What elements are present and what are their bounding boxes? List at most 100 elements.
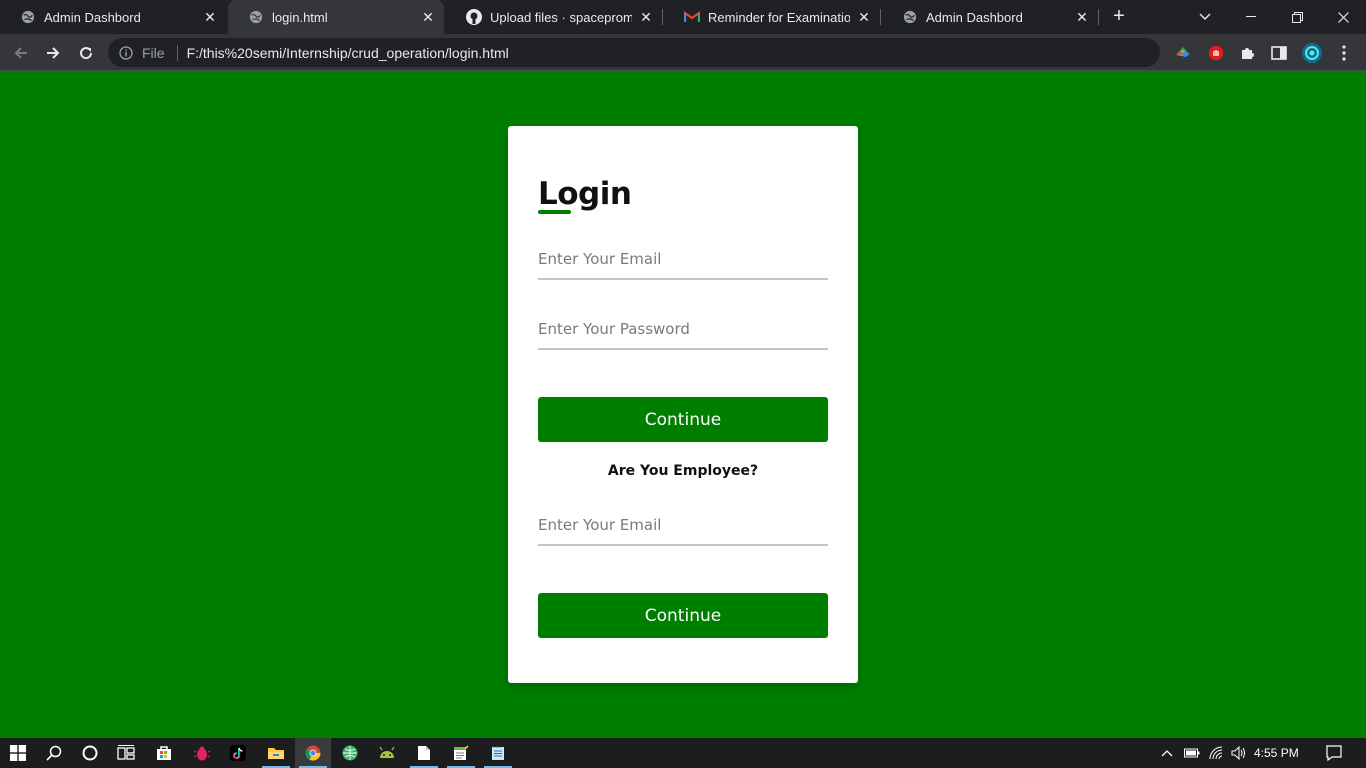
- gmail-icon: [684, 9, 700, 25]
- document-icon: [418, 746, 430, 760]
- tab-search-button[interactable]: [1182, 0, 1228, 34]
- tab-admin-dashbord-2[interactable]: Admin Dashbord ✕: [882, 0, 1098, 34]
- tab-login[interactable]: login.html ✕: [228, 0, 444, 34]
- start-button[interactable]: [0, 738, 36, 768]
- minimize-button[interactable]: [1228, 0, 1274, 34]
- battery-icon: [1184, 748, 1200, 758]
- notepad-blue-icon: [492, 746, 504, 760]
- reload-button[interactable]: [73, 40, 99, 66]
- tab-upload-files[interactable]: Upload files · spacepromin/O ✕: [446, 0, 662, 34]
- close-tab-icon[interactable]: ✕: [202, 9, 218, 25]
- green-globe-app[interactable]: [332, 738, 368, 768]
- text-editor-app[interactable]: [480, 738, 516, 768]
- search-button[interactable]: [36, 738, 72, 768]
- kebab-menu-icon: [1342, 45, 1346, 61]
- github-icon: [466, 9, 482, 25]
- profile-avatar-button[interactable]: [1299, 40, 1325, 66]
- close-tab-icon[interactable]: ✕: [420, 9, 436, 25]
- back-button[interactable]: [8, 40, 34, 66]
- cortana-button[interactable]: [72, 738, 108, 768]
- reload-icon: [80, 47, 93, 60]
- search-icon: [46, 745, 62, 761]
- email-input[interactable]: [538, 240, 828, 280]
- tab-title: Admin Dashbord: [44, 9, 141, 25]
- close-tab-icon[interactable]: ✕: [1074, 9, 1090, 25]
- cortana-circle-icon: [82, 745, 98, 761]
- windows-taskbar: 4:55 PM: [0, 738, 1366, 768]
- close-tab-icon[interactable]: ✕: [638, 9, 654, 25]
- tab-divider: [1098, 9, 1099, 25]
- arrow-right-icon: [47, 47, 60, 59]
- tab-strip: Admin Dashbord ✕ login.html ✕ Upload fil…: [0, 0, 1366, 34]
- extension-google-icon-button[interactable]: [1170, 40, 1196, 66]
- login-title: Login: [538, 176, 632, 212]
- file-explorer-app[interactable]: [258, 738, 294, 768]
- extension-adblock-button[interactable]: [1203, 40, 1229, 66]
- address-bar[interactable]: File F:/this%20semi/Internship/crud_oper…: [108, 38, 1160, 67]
- green-globe-icon: [342, 745, 358, 761]
- extension-colorful-icon: [1176, 47, 1190, 57]
- store-bag-icon: [157, 746, 171, 760]
- folder-icon: [268, 748, 284, 759]
- windows-icon: [10, 745, 26, 761]
- store-app[interactable]: [146, 738, 182, 768]
- tab-admin-dashbord-1[interactable]: Admin Dashbord ✕: [0, 0, 226, 34]
- side-panel-button[interactable]: [1266, 40, 1292, 66]
- url-scheme-label: File: [142, 44, 165, 61]
- close-tab-icon[interactable]: ✕: [856, 9, 872, 25]
- adblock-hand-icon: [1209, 46, 1223, 60]
- info-icon[interactable]: [118, 45, 134, 61]
- chrome-icon: [305, 745, 321, 761]
- tab-reminder-examination[interactable]: Reminder for Examination - a ✕: [664, 0, 880, 34]
- battery-status[interactable]: [1182, 738, 1202, 768]
- employee-email-input[interactable]: [538, 506, 828, 546]
- forward-button[interactable]: [40, 40, 66, 66]
- volume-status[interactable]: [1229, 738, 1249, 768]
- notification-icon: [1326, 745, 1342, 761]
- login-card: Login Continue Are You Employee? Continu…: [508, 126, 858, 683]
- task-view-icon: [117, 745, 135, 760]
- notepad-icon: [454, 745, 469, 760]
- network-status[interactable]: [1207, 738, 1227, 768]
- clock[interactable]: 4:55 PM: [1254, 738, 1299, 768]
- avatar: [1302, 43, 1322, 63]
- notepad-app[interactable]: [443, 738, 479, 768]
- tab-title: login.html: [272, 9, 328, 25]
- tab-title: Reminder for Examination - a: [708, 9, 850, 25]
- password-input[interactable]: [538, 310, 828, 350]
- continue-button[interactable]: Continue: [538, 397, 828, 442]
- chrome-app[interactable]: [295, 738, 331, 768]
- task-view-button[interactable]: [108, 738, 144, 768]
- globe-icon: [20, 9, 36, 25]
- bug-icon: [194, 746, 210, 761]
- show-hidden-icons-button[interactable]: [1158, 738, 1176, 768]
- android-studio-app[interactable]: [369, 738, 405, 768]
- employee-continue-button[interactable]: Continue: [538, 593, 828, 638]
- arrow-left-icon: [14, 47, 27, 59]
- new-tab-button[interactable]: +: [1108, 5, 1130, 27]
- extensions-button[interactable]: [1234, 40, 1260, 66]
- action-center-button[interactable]: [1320, 738, 1348, 768]
- chevron-up-icon: [1161, 750, 1173, 757]
- tab-title: Admin Dashbord: [926, 9, 1023, 25]
- tab-divider: [880, 9, 881, 25]
- globe-icon: [248, 9, 264, 25]
- address-divider: [176, 44, 178, 61]
- globe-icon: [902, 9, 918, 25]
- tab-divider: [662, 9, 663, 25]
- title-underline: [538, 210, 571, 214]
- tiktok-app[interactable]: [220, 738, 256, 768]
- url-text[interactable]: F:/this%20semi/Internship/crud_operation…: [187, 45, 509, 61]
- speaker-icon: [1231, 746, 1245, 760]
- android-icon: [379, 746, 395, 758]
- wifi-icon: [1209, 746, 1223, 760]
- puzzle-icon: [1242, 48, 1254, 59]
- clock-time: 4:55 PM: [1254, 746, 1299, 760]
- close-window-button[interactable]: [1320, 0, 1366, 34]
- side-panel-icon: [1271, 46, 1287, 60]
- restore-button[interactable]: [1274, 0, 1320, 34]
- chrome-menu-button[interactable]: [1331, 40, 1357, 66]
- page-background: Login Continue Are You Employee? Continu…: [0, 71, 1366, 738]
- document-app[interactable]: [406, 738, 442, 768]
- bug-app[interactable]: [184, 738, 220, 768]
